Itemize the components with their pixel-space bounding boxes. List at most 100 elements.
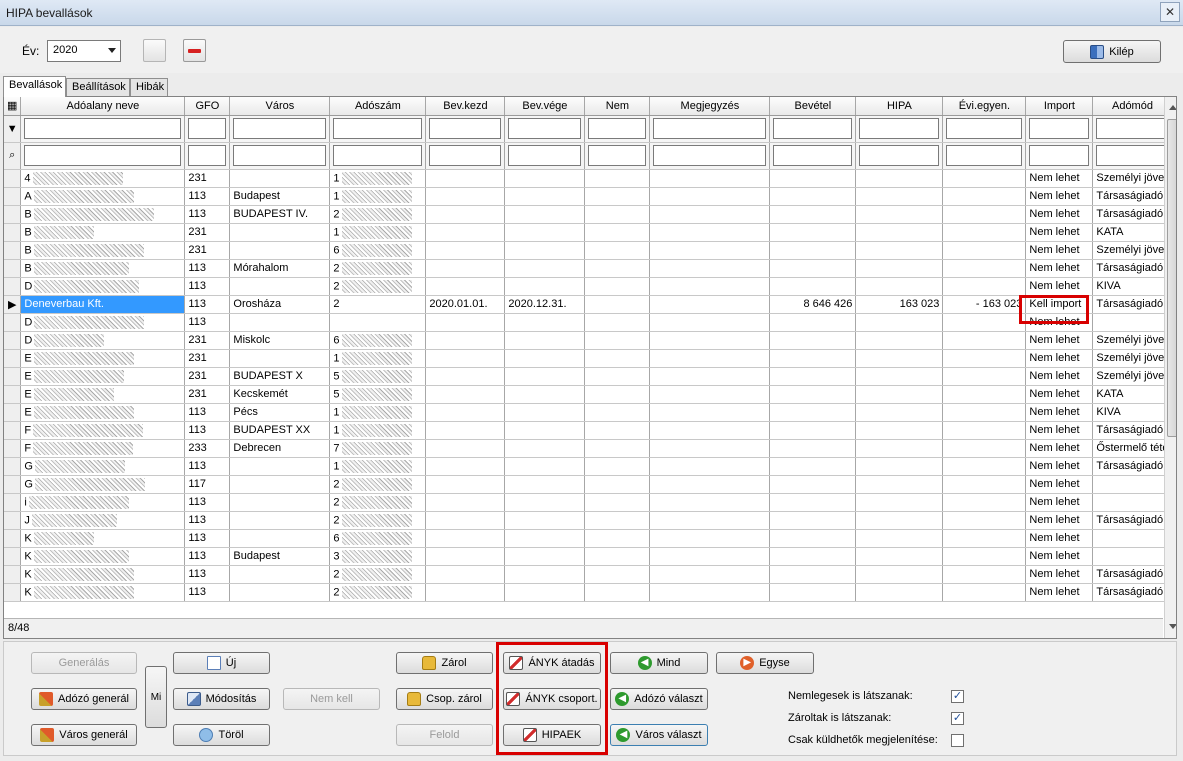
column-search-input[interactable] [1029, 145, 1090, 166]
column-filter-input[interactable] [233, 118, 327, 139]
cell-import[interactable]: Nem lehet [1025, 223, 1094, 242]
cell-name[interactable]: B [20, 205, 186, 224]
exit-button[interactable]: Kilép [1063, 40, 1161, 63]
cell-mode[interactable] [1092, 475, 1173, 494]
cell-import[interactable]: Nem lehet [1025, 241, 1094, 260]
cell-note[interactable] [649, 565, 771, 584]
cell-hipa[interactable] [855, 259, 944, 278]
cell-revenue[interactable] [769, 205, 857, 224]
cell-end[interactable] [504, 331, 586, 350]
cell-gfo[interactable]: 117 [184, 475, 231, 494]
cell-import[interactable]: Nem lehet [1025, 205, 1094, 224]
cell-revenue[interactable] [769, 421, 857, 440]
cell-gfo[interactable]: 113 [184, 493, 231, 512]
cell-gfo[interactable]: 113 [184, 403, 231, 422]
close-window-button[interactable]: ✕ [1160, 2, 1180, 22]
cell-revenue[interactable] [769, 241, 857, 260]
cell-note[interactable] [649, 439, 771, 458]
cell-name[interactable]: B [20, 259, 186, 278]
cell-tax[interactable]: 6 [329, 331, 427, 350]
cell-hipa[interactable] [855, 331, 944, 350]
cell-nem[interactable] [584, 421, 651, 440]
cell-tax[interactable]: 7 [329, 439, 427, 458]
cell-start[interactable] [425, 259, 506, 278]
cell-start[interactable] [425, 385, 506, 404]
cell-mode[interactable]: Személyi jöve [1092, 331, 1173, 350]
cell-gfo[interactable]: 113 [184, 547, 231, 566]
table-row[interactable]: E 231 BUDAPEST X 5 Nem lehet Személyi jöve [4, 367, 1173, 386]
cell-gfo[interactable]: 231 [184, 169, 231, 188]
cell-end[interactable] [504, 259, 586, 278]
tab-hibak[interactable]: Hibák [130, 78, 168, 96]
cell-end[interactable] [504, 349, 586, 368]
cell-end[interactable] [504, 385, 586, 404]
cell-gfo[interactable]: 113 [184, 565, 231, 584]
lock-button[interactable]: Zárol [396, 652, 493, 674]
row-indicator[interactable] [4, 187, 22, 206]
row-indicator[interactable] [4, 475, 22, 494]
cell-tax[interactable]: 5 [329, 367, 427, 386]
cell-revenue[interactable] [769, 331, 857, 350]
cell-tax[interactable]: 5 [329, 385, 427, 404]
cell-mode[interactable] [1092, 529, 1173, 548]
cell-city[interactable]: BUDAPEST XX [229, 421, 331, 440]
cell-hipa[interactable] [855, 583, 944, 602]
cell-tax[interactable]: 1 [329, 223, 427, 242]
cell-gfo[interactable]: 231 [184, 349, 231, 368]
cell-tax[interactable]: 2 [329, 475, 427, 494]
cell-revenue[interactable] [769, 385, 857, 404]
cell-hipa[interactable] [855, 223, 944, 242]
cell-mode[interactable]: KIVA [1092, 277, 1173, 296]
cell-city[interactable] [229, 475, 331, 494]
cell-name[interactable]: K [20, 529, 186, 548]
cell-revenue[interactable] [769, 511, 857, 530]
cell-city[interactable]: Miskolc [229, 331, 331, 350]
cell-end[interactable] [504, 493, 586, 512]
cell-end[interactable] [504, 457, 586, 476]
cell-city[interactable] [229, 493, 331, 512]
cell-hipa[interactable] [855, 313, 944, 332]
cell-tax[interactable]: 1 [329, 421, 427, 440]
cell-nem[interactable] [584, 169, 651, 188]
cell-mode[interactable]: Társaságiadó [1092, 565, 1173, 584]
row-indicator[interactable] [4, 583, 22, 602]
cell-city[interactable] [229, 277, 331, 296]
cell-nem[interactable] [584, 475, 651, 494]
cell-tax[interactable]: 1 [329, 187, 427, 206]
cell-tax[interactable]: 6 [329, 529, 427, 548]
table-row[interactable]: E 231 1 Nem lehet Személyi jöve [4, 349, 1173, 368]
cell-mode[interactable]: Társaságiadó [1092, 187, 1173, 206]
cell-note[interactable] [649, 349, 771, 368]
cell-hipa[interactable] [855, 241, 944, 260]
vertical-scrollbar[interactable] [1164, 97, 1176, 638]
cell-city[interactable]: BUDAPEST IV. [229, 205, 331, 224]
cell-end[interactable] [504, 403, 586, 422]
cell-nem[interactable] [584, 367, 651, 386]
cell-gfo[interactable]: 231 [184, 385, 231, 404]
show-negative-checkbox[interactable]: ✓ [951, 690, 964, 703]
row-indicator[interactable] [4, 547, 22, 566]
cell-hipa[interactable] [855, 439, 944, 458]
new-button[interactable]: Új [173, 652, 270, 674]
cell-end[interactable] [504, 529, 586, 548]
cell-start[interactable]: 2020.01.01. [425, 295, 506, 314]
cell-tax[interactable]: 6 [329, 241, 427, 260]
cell-mode[interactable]: Személyi jöve [1092, 349, 1173, 368]
cell-mode[interactable]: Társaságiadó [1092, 421, 1173, 440]
cell-name[interactable]: K [20, 547, 186, 566]
cell-note[interactable] [649, 403, 771, 422]
cell-yearly[interactable] [942, 259, 1027, 278]
cell-import[interactable]: Nem lehet [1025, 475, 1094, 494]
cell-name[interactable]: B [20, 223, 186, 242]
cell-mode[interactable]: Társaságiadó [1092, 295, 1173, 314]
cell-tax[interactable]: 1 [329, 457, 427, 476]
cell-city[interactable]: Budapest [229, 187, 331, 206]
cell-end[interactable] [504, 583, 586, 602]
cell-note[interactable] [649, 457, 771, 476]
column-header[interactable]: Nem [584, 97, 651, 116]
cell-city[interactable] [229, 583, 331, 602]
cell-nem[interactable] [584, 385, 651, 404]
cell-end[interactable] [504, 241, 586, 260]
cell-nem[interactable] [584, 439, 651, 458]
table-row[interactable]: F 113 BUDAPEST XX 1 Nem lehet Társaságiadó [4, 421, 1173, 440]
